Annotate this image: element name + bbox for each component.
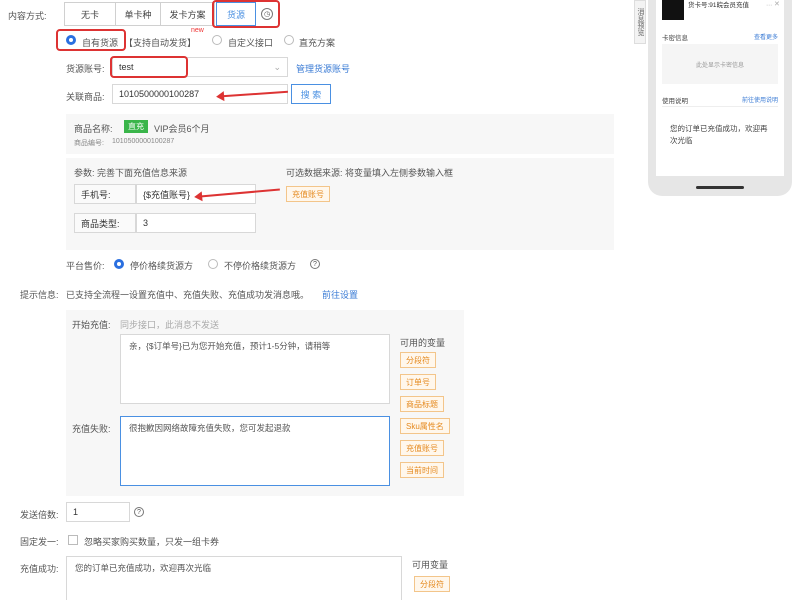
help-icon-multiple[interactable]: ? [134, 507, 144, 517]
radio-price-not-follow-label: 不停价格续货源方 [224, 261, 297, 271]
fixed-send-text: 忽略买家购买数量，只发一组卡券 [84, 537, 220, 547]
message-preview-tab[interactable]: 消息预览 [634, 0, 646, 44]
type-input[interactable]: 3 [136, 213, 256, 233]
fail-textarea[interactable]: 很抱歉因网络故障充值失败，您可发起退款 [120, 416, 390, 486]
preview-section2: 使用说明 [662, 98, 688, 105]
product-thumbnail [662, 0, 684, 20]
search-button[interactable]: 搜 索 [291, 84, 331, 104]
chevron-down-icon: ⌄ [273, 61, 281, 72]
phone-preview: 货卡号:91皖会员充值 ⋯ ✕ 卡密信息 查看更多 此处显示卡密信息 使用说明 … [648, 0, 792, 196]
content-method-label: 内容方式: [8, 11, 47, 21]
phone-label-cell: 手机号: [74, 184, 136, 204]
success-vars-title: 可用变量 [412, 560, 449, 570]
platform-price-label: 平台售价: [66, 261, 105, 271]
var-product-title[interactable]: 商品标题 [400, 396, 444, 412]
var-current-time[interactable]: 当前时间 [400, 462, 444, 478]
start-recharge-hint: 同步接口，此消息不发送 [120, 320, 220, 330]
var-segment[interactable]: 分段符 [400, 352, 436, 368]
start-recharge-label: 开始充值: [72, 320, 111, 330]
notice-label: 提示信息: [20, 290, 59, 300]
phone-screen: 货卡号:91皖会员充值 ⋯ ✕ 卡密信息 查看更多 此处显示卡密信息 使用说明 … [656, 0, 784, 176]
home-indicator [696, 186, 744, 189]
preview-section1: 卡密信息 [662, 35, 688, 42]
success-textarea[interactable]: 您的订单已充值成功，欢迎再次光临 [66, 556, 402, 600]
radio-custom-api-label: 自定义接口 [228, 38, 274, 48]
preview-section1-link: 查看更多 [754, 35, 779, 41]
product-name-label: 商品名称: [74, 124, 113, 134]
fixed-send-label: 固定发一: [20, 537, 59, 547]
preview-message: 您的订单已充值成功，欢迎再次光临 [670, 124, 768, 145]
recharge-account-tag[interactable]: 充值账号 [286, 186, 330, 202]
preview-close-icon: ✕ [774, 1, 780, 8]
success-label: 充值成功: [20, 564, 59, 574]
params-hint: 可选数据来源: 将变量填入左侧参数输入框 [286, 168, 454, 178]
source-account-label: 货源账号: [66, 64, 105, 74]
product-name-value: VIP会员6个月 [154, 124, 210, 134]
tab-no-card[interactable]: 无卡 [64, 2, 116, 26]
vars-title: 可用的变量 [400, 338, 446, 348]
new-badge: new [191, 27, 204, 34]
fixed-send-checkbox[interactable] [68, 535, 78, 545]
params-title: 参数: 完善下面充值信息来源 [74, 168, 188, 178]
radio-price-follow-label: 停价格续货源方 [130, 261, 194, 271]
fail-label: 充值失败: [72, 424, 111, 434]
radio-custom-api[interactable] [212, 35, 222, 45]
var-sku[interactable]: Sku属性名 [400, 418, 450, 434]
manage-source-account-link[interactable]: 管理货源账号 [296, 62, 350, 75]
radio-direct-scheme[interactable] [284, 35, 294, 45]
notice-panel: 开始充值: 同步接口，此消息不发送 亲，{$订单号}已为您开始充值，预计1-5分… [66, 310, 464, 496]
annotation-box-account [110, 56, 188, 78]
send-multiple-label: 发送倍数: [20, 510, 59, 520]
send-multiple-input[interactable]: 1 [66, 502, 130, 522]
go-settings-link[interactable]: 前往设置 [322, 288, 358, 301]
type-label-cell: 商品类型: [74, 213, 136, 233]
params-panel: 参数: 完善下面充值信息来源 可选数据来源: 将变量填入左侧参数输入框 手机号:… [66, 158, 614, 250]
tab-single-card[interactable]: 单卡种 [115, 2, 161, 26]
radio-direct-scheme-label: 直充方案 [299, 38, 336, 48]
var-order-no[interactable]: 订单号 [400, 374, 436, 390]
auto-delivery-note: 【支持自动发货】 [124, 38, 197, 48]
help-icon[interactable]: ? [310, 259, 320, 269]
direct-badge: 直充 [124, 120, 148, 133]
preview-divider [662, 106, 778, 107]
annotation-box-tabs [212, 0, 280, 28]
radio-price-follow[interactable] [114, 259, 124, 269]
product-code-value: 1010500000100287 [112, 138, 175, 145]
preview-header-text: 货卡号:91皖会员充值 [688, 2, 750, 9]
preview-empty-box: 此处显示卡密信息 [662, 44, 778, 84]
linked-product-label: 关联商品: [66, 92, 105, 102]
success-var-segment[interactable]: 分段符 [414, 576, 450, 592]
product-info-panel: 商品名称: 直充 VIP会员6个月 商品编号: 1010500000100287 [66, 114, 614, 154]
product-code-label: 商品编号: [74, 140, 104, 147]
preview-more-icon: ⋯ [766, 3, 772, 9]
var-recharge-account[interactable]: 充值账号 [400, 440, 444, 456]
annotation-box-own-source [56, 29, 126, 51]
tab-card-scheme[interactable]: 发卡方案 [160, 2, 215, 26]
processing-textarea[interactable]: 亲，{$订单号}已为您开始充值，预计1-5分钟，请稍等 [120, 334, 390, 404]
radio-price-not-follow[interactable] [208, 259, 218, 269]
notice-text: 已支持全流程一设置充值中、充值失败、充值成功发消息哦。 [66, 290, 310, 300]
preview-section2-link: 前往使用说明 [742, 98, 779, 104]
